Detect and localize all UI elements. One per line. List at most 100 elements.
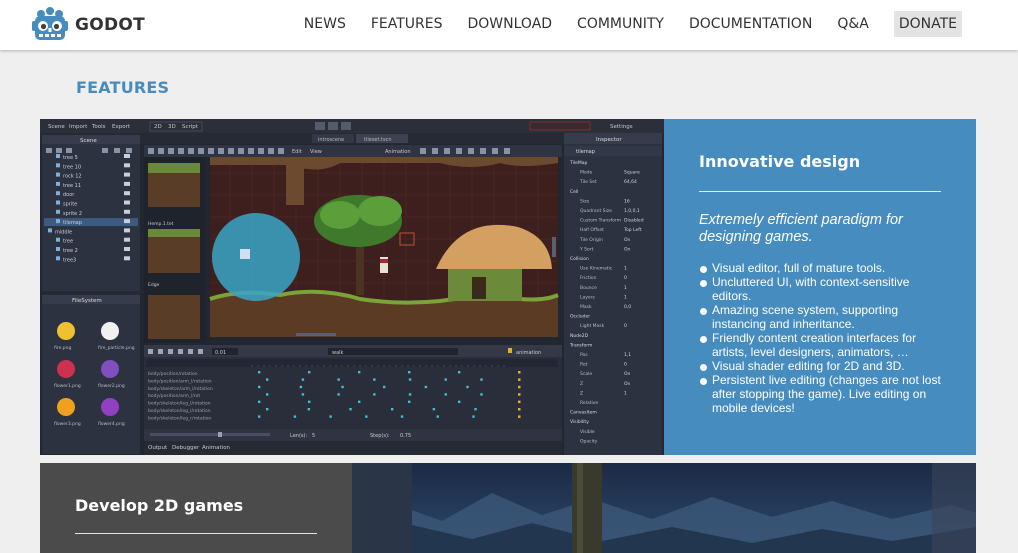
anim-keyframe [308,400,311,403]
inspector-prop-label: Layers [580,294,596,300]
file-thumbnail [57,322,75,340]
file-label: fire.png [54,345,71,351]
viewport-tool-icon [504,148,510,154]
inspector-prop-label: TileMap [569,160,588,166]
godot-robot-logo-icon [32,7,68,40]
inspector-prop-label: Bounce [580,285,597,291]
brand-logo-link[interactable]: GODOT [31,7,145,43]
feature-2d-divider [75,533,317,534]
tree-node-label: tree 10 [63,164,81,170]
anim-keyframe [258,400,261,403]
mode-3d: 3D [168,124,176,130]
feature-bullet: Uncluttered UI, with context-sensitive e… [699,275,941,303]
file-thumbnail [101,322,119,340]
inspector-prop-value: 16 [624,198,630,204]
anim-keyframe [373,378,376,381]
viewport-tool-icon [432,148,438,154]
anim-keyframe [301,393,305,396]
tree-node-icon [56,172,60,177]
visibility-eye-icon [124,172,130,177]
file-label: flower2.png [98,383,125,389]
anim-keyframe [258,385,261,389]
tree-node-label: sprite [63,202,77,208]
nav-donate-button[interactable]: DONATE [893,11,962,37]
inspector-prop-value: On [624,237,631,243]
inspector-prop-value: On [624,246,631,252]
inspector-prop-label: Tile Origin [579,237,603,243]
nav-community[interactable]: COMMUNITY [577,11,664,37]
feature-bullet: Friendly content creation interfaces for… [699,331,941,359]
tree-node-label: rock 12 [63,174,82,180]
anim-track-mode-icon [518,400,521,404]
anim-keyframe [432,408,436,411]
nav-download[interactable]: DOWNLOAD [468,11,553,37]
nav-qa[interactable]: Q&A [837,11,869,37]
inspector-prop-value: 0 [624,362,627,368]
anim-track-mode-icon [518,378,521,381]
inspector-prop-label: Friction [580,275,597,281]
tile-label-2: Edge [148,282,160,288]
tile-label-1: Hemp.1.tet [148,221,174,227]
feature-card-2d-games: Develop 2D games [40,463,976,553]
anim-track-mode-icon [518,393,521,396]
visibility-eye-icon [124,181,130,186]
inspector-prop-value: On [624,371,631,377]
mode-2d: 2D [154,124,162,130]
inspector-prop-label: Use Kinematic [580,266,613,272]
inspector-prop-label: Y Sort [579,246,594,252]
viewport-tool-icon [178,148,184,154]
inspector-prop-label: Size [580,198,589,204]
inspector-prop-value: 1 [624,294,627,300]
viewport-tool-icon [480,148,486,154]
inspector-prop-label: Half Offset [580,227,604,233]
visibility-eye-icon [124,191,130,196]
nav-features[interactable]: FEATURES [371,11,443,37]
inspector-prop-value: 0 [624,323,627,329]
inspector-node: tilemap [576,149,595,155]
feature-divider [699,191,941,192]
visibility-eye-icon [124,256,130,261]
tree-node-icon [48,228,52,233]
anim-keyframe [444,393,447,396]
top-navbar: GODOT NEWS FEATURES DOWNLOAD COMMUNITY D… [0,0,1018,50]
tree-node-icon [56,163,60,168]
nav-news[interactable]: NEWS [304,11,346,37]
viewport-tool-icon [168,148,174,154]
anim-track-label: body/skeleton/arm_l/rotation [148,386,213,392]
inspector-prop-label: Transform [569,342,592,348]
anim-keyframe [266,393,269,396]
anim-track-label: body/position/arm_l/rot [148,393,200,399]
tree-node-icon [56,219,60,224]
anim-keyframe [458,371,461,374]
menu-import: Import [69,124,88,130]
inspector-prop-label: Light Mask [580,323,605,329]
anim-keyframe [408,378,412,381]
anim-keyframe [358,371,361,374]
feature-card-innovative-design: Scene Import Tools Export 2D 3D Script S… [40,119,976,455]
anim-keyframe [337,378,340,381]
anim-keyframe [472,415,475,418]
anim-keyframe [444,378,447,381]
frame-value: 0.01 [215,350,226,356]
file-label: fire_particle.png [98,345,135,351]
nav-documentation[interactable]: DOCUMENTATION [689,11,812,37]
anim-keyframe [337,393,340,396]
anim-keyframe [349,408,352,411]
inspector-prop-label: Mask [580,304,592,310]
anim-keyframe [373,393,376,396]
inspector-prop-value: Disabled [624,218,644,224]
section-title: FEATURES [76,78,170,97]
feature-title: Innovative design [699,152,861,171]
viewport-tool-icon [258,148,264,154]
inspector-prop-label: Z [580,390,583,396]
feature-2d-title: Develop 2D games [75,496,244,515]
feature-bullet: Persistent live editing (changes are not… [699,373,941,415]
bottom-tab-output: Output [148,445,168,451]
menu-export: Export [112,124,131,130]
anim-track-label: body/skeleton/leg_l/rotation [148,408,211,414]
settings-label: Settings [610,124,633,130]
anim-track-mode-icon [518,408,521,411]
inspector-prop-value: 1 [624,390,627,396]
file-thumbnail [57,398,75,416]
inspector-prop-label: Visible [580,429,595,435]
